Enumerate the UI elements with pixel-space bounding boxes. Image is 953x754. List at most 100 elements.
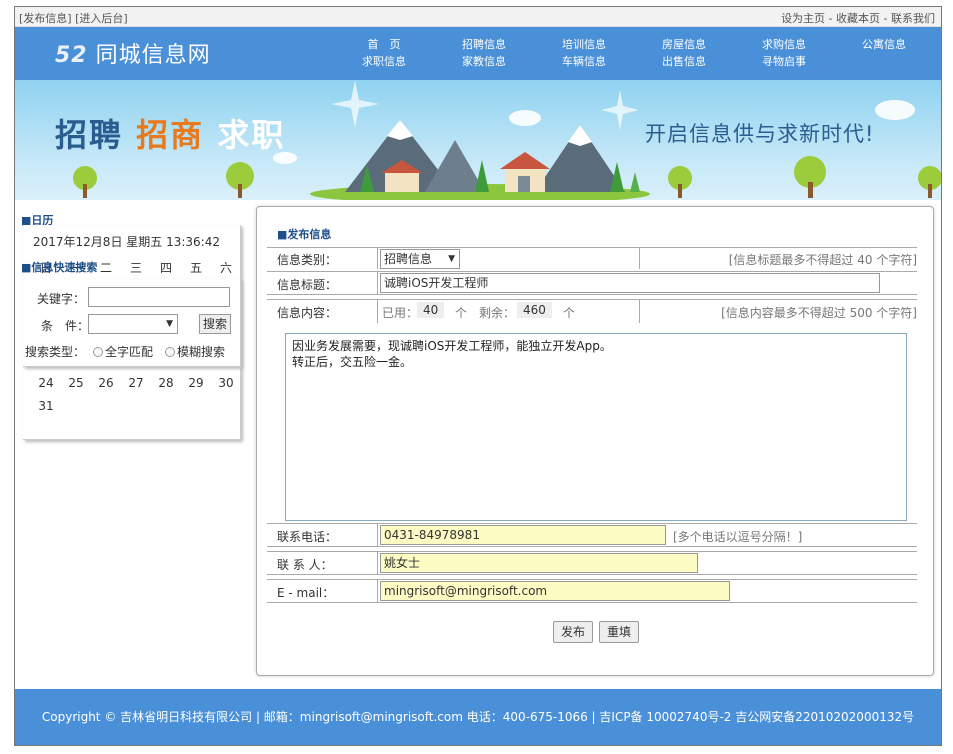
- calendar-day[interactable]: 26: [91, 372, 121, 395]
- admin-link[interactable]: [进入后台]: [75, 12, 128, 25]
- nav-item-vehicles[interactable]: 车辆信息: [549, 53, 619, 70]
- calendar-empty-cell: [91, 395, 121, 418]
- contact-link[interactable]: 联系我们: [891, 12, 935, 25]
- radio-full-match[interactable]: 全字匹配: [93, 343, 153, 360]
- chevron-down-icon: ▼: [166, 319, 173, 329]
- top-bar: [发布信息] [进入后台] 设为主页 - 收藏本页 - 联系我们: [15, 7, 941, 27]
- nav-item-wanted[interactable]: 求购信息: [749, 36, 819, 53]
- divider: [377, 552, 378, 574]
- radio-fuzzy-match-label: 模糊搜索: [177, 345, 226, 359]
- banner-word-recruit: 招聘: [55, 116, 124, 154]
- logo-text: 同城信息网: [95, 43, 211, 68]
- calendar-day[interactable]: 30: [211, 372, 241, 395]
- nav-column: 房屋信息 出售信息: [649, 36, 719, 70]
- remain-unit: 个: [563, 306, 576, 320]
- category-label: 信息类别：: [277, 253, 338, 267]
- email-row: E - mail： mingrisoft@mingrisoft.com: [267, 579, 917, 603]
- nav-column: 公寓信息: [849, 36, 919, 53]
- site-footer: Copyright © 吉林省明日科技有限公司 | 邮箱：mingrisoft@…: [15, 689, 941, 745]
- nav-column: 首 页 求职信息: [349, 36, 419, 70]
- content-hint: [信息内容最多不得超过 500 个字符]: [721, 306, 917, 320]
- category-row: 信息类别： 招聘信息 ▼ [信息标题最多不得超过 40 个字符]: [267, 247, 917, 269]
- main-nav: 首 页 求职信息 招聘信息 家教信息 培训信息 车辆信息 房屋信息 出售信息 求…: [349, 36, 929, 76]
- submit-button[interactable]: 发布: [553, 621, 593, 643]
- divider: [377, 300, 378, 323]
- nav-item-home[interactable]: 首 页: [349, 36, 419, 53]
- banner-word-invest: 招商: [136, 116, 205, 154]
- logo-number: 52: [55, 43, 88, 68]
- remain-count: 460: [517, 302, 552, 318]
- contact-label: 联 系 人：: [277, 558, 333, 572]
- contact-row: 联 系 人： 姚女士: [267, 551, 917, 575]
- category-select[interactable]: 招聘信息 ▼: [380, 249, 460, 269]
- radio-icon: [165, 347, 175, 357]
- calendar-weekday: 六: [219, 261, 232, 275]
- nav-column: 求购信息 寻物启事: [749, 36, 819, 70]
- nav-item-recruitment[interactable]: 招聘信息: [449, 36, 519, 53]
- reset-button[interactable]: 重填: [599, 621, 639, 643]
- keyword-input[interactable]: [88, 287, 230, 307]
- title-row: 信息标题： 诚聘iOS开发工程师: [267, 271, 917, 295]
- set-home-link[interactable]: 设为主页: [781, 12, 825, 25]
- radio-fuzzy-match[interactable]: 模糊搜索: [165, 343, 225, 360]
- divider: [639, 248, 640, 269]
- site-logo[interactable]: 52 同城信息网: [55, 37, 211, 69]
- chevron-down-icon: ▼: [448, 254, 455, 264]
- publish-panel: ■发布信息 信息类别： 招聘信息 ▼ [信息标题最多不得超过 40 个字符] 信…: [256, 206, 934, 676]
- calendar-empty-cell: [61, 395, 91, 418]
- phone-label: 联系电话：: [277, 530, 338, 544]
- email-input[interactable]: mingrisoft@mingrisoft.com: [380, 581, 730, 601]
- content-textarea[interactable]: 因业务发展需要，现诚聘iOS开发工程师，能独立开发App。 转正后，交五险一金。: [285, 333, 907, 521]
- title-label: 信息标题：: [277, 278, 338, 292]
- search-button[interactable]: 搜索: [199, 314, 231, 334]
- radio-full-match-label: 全字匹配: [105, 345, 154, 359]
- nav-item-for-sale[interactable]: 出售信息: [649, 53, 719, 70]
- content-label: 信息内容：: [277, 306, 338, 320]
- banner-headline: 招聘 招商 求职: [55, 110, 285, 156]
- category-value: 招聘信息: [384, 252, 433, 266]
- calendar-weekday: 三: [129, 261, 142, 275]
- nav-item-tutoring[interactable]: 家教信息: [449, 53, 519, 70]
- used-label: 已用：: [382, 306, 419, 320]
- calendar-datetime: 2017年12月8日 星期五 13:36:42: [33, 235, 220, 249]
- nav-column: 招聘信息 家教信息: [449, 36, 519, 70]
- contact-input[interactable]: 姚女士: [380, 553, 698, 573]
- calendar-day[interactable]: 27: [121, 372, 151, 395]
- favorite-link[interactable]: 收藏本页: [836, 12, 880, 25]
- calendar-day[interactable]: 24: [31, 372, 61, 395]
- banner-slogan: 开启信息供与求新时代!: [645, 122, 875, 146]
- phone-row: 联系电话： 0431-84978981 [多个电话以逗号分隔！]: [267, 523, 917, 547]
- divider: [377, 524, 378, 546]
- separator: -: [880, 12, 891, 25]
- calendar-day[interactable]: 28: [151, 372, 181, 395]
- calendar-week-row: 24 25 26 27 28 29 30: [31, 372, 241, 395]
- calendar-empty-cell: [121, 395, 151, 418]
- separator: -: [825, 12, 837, 25]
- publish-link[interactable]: [发布信息]: [19, 12, 72, 25]
- phone-hint: [多个电话以逗号分隔！]: [673, 530, 803, 544]
- nav-item-training[interactable]: 培训信息: [549, 36, 619, 53]
- condition-label: 条 件：: [41, 319, 90, 333]
- nav-item-lost-found[interactable]: 寻物启事: [749, 53, 819, 70]
- page-frame: [发布信息] [进入后台] 设为主页 - 收藏本页 - 联系我们 52 同城信息…: [14, 6, 942, 746]
- calendar-weekday: 五: [189, 261, 202, 275]
- condition-select[interactable]: ▼: [88, 314, 178, 334]
- calendar-day[interactable]: 29: [181, 372, 211, 395]
- nav-item-housing[interactable]: 房屋信息: [649, 36, 719, 53]
- nav-item-job-seeking[interactable]: 求职信息: [349, 53, 419, 70]
- calendar-week-row: 31: [31, 395, 241, 418]
- calendar-empty-cell: [181, 395, 211, 418]
- title-input[interactable]: 诚聘iOS开发工程师: [380, 273, 880, 293]
- publish-title: ■发布信息: [277, 228, 332, 241]
- nav-item-apartments[interactable]: 公寓信息: [849, 36, 919, 53]
- calendar-empty-cell: [151, 395, 181, 418]
- used-unit: 个: [455, 306, 468, 320]
- keyword-label: 关键字：: [37, 292, 86, 306]
- phone-input[interactable]: 0431-84978981: [380, 525, 666, 545]
- quick-search-box: 关键字： 条 件： ▼ 搜索 搜索类型： 全字匹配 模糊搜索: [23, 279, 241, 367]
- quick-search-title: ■信息快速搜索: [21, 261, 98, 274]
- search-type-label: 搜索类型：: [25, 345, 86, 359]
- calendar-day[interactable]: 25: [61, 372, 91, 395]
- used-count: 40: [417, 302, 445, 318]
- calendar-day[interactable]: 31: [31, 395, 61, 418]
